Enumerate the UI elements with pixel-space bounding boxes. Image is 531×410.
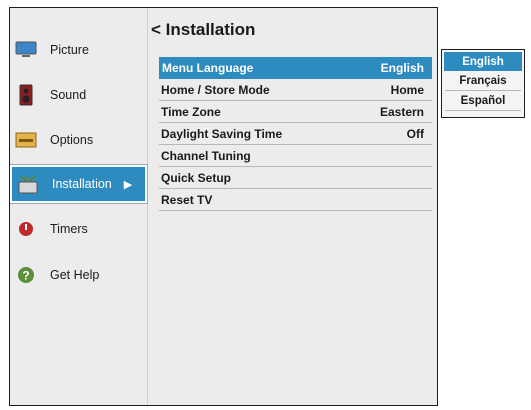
sidebar: Picture Sound Options Installation ▶ Tim… <box>10 8 148 405</box>
options-icon <box>15 129 37 151</box>
row-value: English <box>380 60 424 75</box>
monitor-icon <box>15 39 37 61</box>
row-label: Quick Setup <box>161 170 232 185</box>
sidebar-item-label: Get Help <box>50 268 100 282</box>
channel-tuning-row[interactable]: Channel Tuning <box>159 145 432 167</box>
reset-tv-row[interactable]: Reset TV <box>159 189 432 211</box>
tv-menu-frame: Picture Sound Options Installation ▶ Tim… <box>9 7 438 406</box>
row-value: Eastern <box>379 104 424 119</box>
sidebar-item-get-help[interactable]: ? Get Help <box>10 253 147 297</box>
sidebar-item-installation[interactable]: Installation ▶ <box>10 165 147 203</box>
row-label: Reset TV <box>161 192 213 207</box>
row-label: Time Zone <box>161 104 221 119</box>
time-zone-row[interactable]: Time Zone Eastern <box>159 101 432 123</box>
home-store-mode-row[interactable]: Home / Store Mode Home <box>159 79 432 101</box>
svg-text:?: ? <box>22 269 29 283</box>
sidebar-item-label: Options <box>50 133 94 147</box>
timer-icon <box>15 218 37 240</box>
row-value: Home <box>390 82 424 97</box>
speaker-icon <box>15 84 37 106</box>
language-option-english[interactable]: English <box>444 52 522 71</box>
installation-icon <box>17 173 39 195</box>
row-label: Channel Tuning <box>161 148 251 163</box>
help-icon: ? <box>15 264 37 286</box>
row-label: Menu Language <box>162 60 254 75</box>
settings-list: Menu Language English Home / Store Mode … <box>159 57 432 211</box>
sidebar-item-label: Timers <box>50 222 88 236</box>
sidebar-item-sound[interactable]: Sound <box>10 73 147 117</box>
language-popup: English Français Español <box>441 49 525 118</box>
language-option-espanol[interactable]: Español <box>445 91 521 111</box>
sidebar-item-label: Sound <box>50 88 87 102</box>
sidebar-item-timers[interactable]: Timers <box>10 207 147 251</box>
page-title[interactable]: < Installation <box>151 20 255 40</box>
sidebar-item-label: Picture <box>50 43 89 57</box>
menu-language-row[interactable]: Menu Language English <box>159 57 432 79</box>
row-value: Off <box>406 126 424 141</box>
sidebar-item-picture[interactable]: Picture <box>10 28 147 72</box>
row-label: Home / Store Mode <box>161 82 270 97</box>
quick-setup-row[interactable]: Quick Setup <box>159 167 432 189</box>
sidebar-item-label: Installation <box>52 177 112 191</box>
row-label: Daylight Saving Time <box>161 126 283 141</box>
daylight-saving-row[interactable]: Daylight Saving Time Off <box>159 123 432 145</box>
sidebar-item-options[interactable]: Options <box>10 118 147 162</box>
chevron-right-icon: ▶ <box>123 178 133 191</box>
language-option-francais[interactable]: Français <box>445 71 521 91</box>
main-panel: < Installation Menu Language English Hom… <box>149 8 437 405</box>
